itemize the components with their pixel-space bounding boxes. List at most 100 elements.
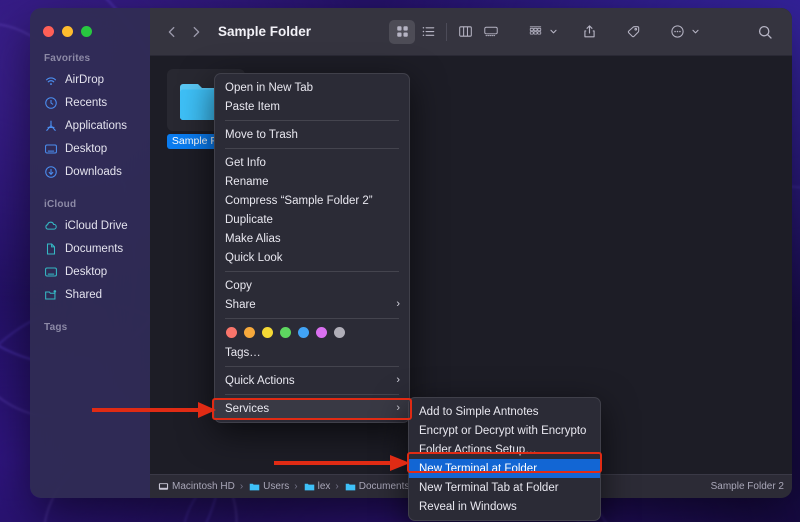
submenu-item-new-terminal-at-folder[interactable]: New Terminal at Folder <box>409 459 600 478</box>
menu-item-label: Share <box>225 298 256 311</box>
menu-separator <box>225 148 399 149</box>
breadcrumb-item-current[interactable]: Sample Folder 2 <box>711 481 792 492</box>
context-menu: Open in New Tab Paste Item Move to Trash… <box>214 73 410 423</box>
menu-item-label: Services <box>225 402 270 415</box>
document-icon <box>44 242 58 256</box>
submenu-item-encrypt-or-decrypt[interactable]: Encrypt or Decrypt with Encrypto <box>409 421 600 440</box>
sidebar-item-shared[interactable]: Shared <box>30 283 150 306</box>
breadcrumb-item[interactable]: Macintosh HD › <box>158 481 245 492</box>
tag-swatch-green[interactable] <box>280 327 291 338</box>
sidebar-group-title: Tags <box>44 322 68 333</box>
menu-item-label: Open in New Tab <box>225 81 314 94</box>
menu-separator <box>225 394 399 395</box>
sidebar-item-desktop[interactable]: Desktop <box>30 137 150 160</box>
list-view-button[interactable] <box>415 20 441 44</box>
chevron-down-icon[interactable] <box>691 23 700 41</box>
menu-item-services[interactable]: Services › <box>215 399 409 418</box>
sidebar-group-icloud: iCloud iCloud Drive Documents Desktop Sh… <box>30 199 150 306</box>
tag-color-swatches <box>215 323 409 343</box>
sidebar-item-applications[interactable]: Applications <box>30 114 150 137</box>
menu-separator <box>225 120 399 121</box>
tag-swatch-blue[interactable] <box>298 327 309 338</box>
sidebar-group-favorites: Favorites AirDrop Recents Applications D… <box>30 53 150 183</box>
menu-item-label: Duplicate <box>225 213 273 226</box>
breadcrumb-item[interactable]: Users › <box>249 481 299 492</box>
gallery-view-button[interactable] <box>478 20 504 44</box>
menu-item-duplicate[interactable]: Duplicate <box>215 210 409 229</box>
breadcrumb-label: Users <box>263 481 290 492</box>
desktop-icon <box>44 142 58 156</box>
submenu-item-folder-actions-setup[interactable]: Folder Actions Setup… <box>409 440 600 459</box>
breadcrumb-label: lex <box>317 481 331 492</box>
menu-item-move-to-trash[interactable]: Move to Trash <box>215 125 409 144</box>
menu-item-quick-actions[interactable]: Quick Actions › <box>215 371 409 390</box>
menu-item-label: New Terminal Tab at Folder <box>419 481 559 494</box>
tag-swatch-orange[interactable] <box>244 327 255 338</box>
recents-icon <box>44 96 58 110</box>
folder-icon <box>304 481 315 492</box>
share-button[interactable] <box>576 20 602 44</box>
group-by-button[interactable] <box>522 20 558 44</box>
tag-swatch-yellow[interactable] <box>262 327 273 338</box>
sidebar-item-recents[interactable]: Recents <box>30 91 150 114</box>
folder-icon <box>249 481 260 492</box>
menu-item-compress[interactable]: Compress “Sample Folder 2” <box>215 191 409 210</box>
forward-button[interactable] <box>184 20 208 44</box>
menu-item-label: Move to Trash <box>225 128 298 141</box>
menu-item-label: Reveal in Windows <box>419 500 517 513</box>
menu-item-get-info[interactable]: Get Info <box>215 153 409 172</box>
menu-item-copy[interactable]: Copy <box>215 276 409 295</box>
sidebar-item-label: Recents <box>65 96 108 109</box>
tags-button[interactable] <box>620 20 646 44</box>
search-button[interactable] <box>752 20 778 44</box>
menu-item-rename[interactable]: Rename <box>215 172 409 191</box>
minimize-window-button[interactable] <box>62 26 73 37</box>
menu-item-share[interactable]: Share › <box>215 295 409 314</box>
sidebar-group-title: iCloud <box>44 199 77 210</box>
icon-view-button[interactable] <box>389 19 415 44</box>
menu-item-label: New Terminal at Folder <box>419 462 538 475</box>
back-button[interactable] <box>160 20 184 44</box>
submenu-item-reveal-in-windows[interactable]: Reveal in Windows <box>409 497 600 516</box>
sidebar-item-label: Desktop <box>65 142 108 155</box>
disk-icon <box>158 481 169 492</box>
menu-item-label: Copy <box>225 279 252 292</box>
menu-item-label: Add to Simple Antnotes <box>419 405 539 418</box>
sidebar-item-label: Shared <box>65 288 103 301</box>
tag-swatch-red[interactable] <box>226 327 237 338</box>
maximize-window-button[interactable] <box>81 26 92 37</box>
menu-item-paste-item[interactable]: Paste Item <box>215 97 409 116</box>
menu-item-label: Make Alias <box>225 232 281 245</box>
group-icon[interactable] <box>522 20 548 44</box>
folder-icon <box>345 481 356 492</box>
page-title: Sample Folder <box>218 24 312 39</box>
submenu-item-new-terminal-tab-at-folder[interactable]: New Terminal Tab at Folder <box>409 478 600 497</box>
menu-separator <box>225 366 399 367</box>
chevron-down-icon[interactable] <box>549 23 558 41</box>
sidebar-item-desktop-icloud[interactable]: Desktop <box>30 260 150 283</box>
more-actions-button[interactable] <box>664 20 700 44</box>
submenu-item-add-to-simple-antnotes[interactable]: Add to Simple Antnotes <box>409 402 600 421</box>
ellipsis-circle-icon[interactable] <box>664 20 690 44</box>
close-window-button[interactable] <box>43 26 54 37</box>
downloads-icon <box>44 165 58 179</box>
menu-item-tags[interactable]: Tags… <box>215 343 409 362</box>
tag-swatch-purple[interactable] <box>316 327 327 338</box>
sidebar-item-downloads[interactable]: Downloads <box>30 160 150 183</box>
arrow-to-services <box>92 402 216 418</box>
sidebar-group-title: Favorites <box>44 53 91 64</box>
sidebar-item-label: Downloads <box>65 165 122 178</box>
menu-item-make-alias[interactable]: Make Alias <box>215 229 409 248</box>
toolbar: Sample Folder <box>150 8 792 56</box>
menu-item-label: Get Info <box>225 156 266 169</box>
menu-item-open-in-new-tab[interactable]: Open in New Tab <box>215 78 409 97</box>
tag-swatch-gray[interactable] <box>334 327 345 338</box>
sidebar-item-documents[interactable]: Documents <box>30 237 150 260</box>
breadcrumb-label: Macintosh HD <box>172 481 235 492</box>
menu-item-label: Rename <box>225 175 269 188</box>
sidebar-item-airdrop[interactable]: AirDrop <box>30 68 150 91</box>
column-view-button[interactable] <box>452 20 478 44</box>
breadcrumb-item[interactable]: lex › <box>304 481 341 492</box>
menu-item-quick-look[interactable]: Quick Look <box>215 248 409 267</box>
sidebar-item-icloud-drive[interactable]: iCloud Drive <box>30 214 150 237</box>
